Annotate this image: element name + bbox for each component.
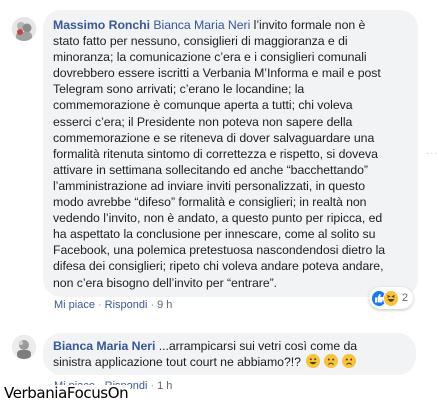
reply-link[interactable]: Rispondi <box>105 299 148 311</box>
frowning-emoji <box>324 354 339 369</box>
avatar-massimo-ronchi[interactable] <box>12 17 36 41</box>
comment-line: attivare in settimana sollecitando ed an… <box>53 162 368 177</box>
comment-bubble: Bianca Maria Neri ...arrampicarsi sui ve… <box>43 333 416 375</box>
comment-line: formalità ritenuta sintomo di correttezz… <box>53 146 378 161</box>
comment-line: vedendo l’invito, non è andato, a questo… <box>53 211 383 226</box>
haha-icon <box>382 289 399 307</box>
timestamp[interactable]: 9 h <box>157 299 172 311</box>
comment-line: commemorazione è comunque aperta a tutti… <box>53 98 353 113</box>
comment-line: stato fatto per nessuno, consiglieri di … <box>53 34 348 49</box>
comment-line: l’invito formale non è <box>250 18 366 32</box>
comment-line: ha aspettato la conclusione per innescar… <box>53 227 376 242</box>
comment-line: modo avrebbe “difeso” formalità e consig… <box>53 195 367 210</box>
comment-line: minoranza; la comunicazione c’era e i co… <box>53 50 367 65</box>
comment-line: sinistra applicazione tout court ne abbi… <box>53 355 305 370</box>
comment-line: Facebook, una polemica pretestuosa nasco… <box>53 243 386 258</box>
profile-photo-icon <box>12 335 36 359</box>
comment-line: commemorazione e se riteneva di dover sa… <box>53 130 375 145</box>
comment-author[interactable]: Massimo Ronchi <box>53 18 150 32</box>
profile-photo-icon <box>12 17 36 41</box>
comment-line: Telegram sono arrivati; c’erano le locan… <box>53 82 305 97</box>
comment-line: non c’era bisogno dell’invito per “entra… <box>53 275 278 290</box>
comment-author[interactable]: Bianca Maria Neri <box>53 339 155 353</box>
mention-tag[interactable]: Bianca Maria Neri <box>153 18 250 32</box>
comment-bubble: Massimo Ronchi Bianca Maria Neri l’invit… <box>43 10 418 297</box>
reaction-count: 2 <box>401 292 408 304</box>
comment-actions: Mi piace · Rispondi · 9 h <box>54 299 173 311</box>
more-options-icon[interactable]: · · · <box>426 148 438 159</box>
watermark: VerbaniaFocusOn <box>2 384 131 402</box>
timestamp[interactable]: 1 h <box>157 380 172 392</box>
comment-line: difesa dei consiglieri; ripeto chi volev… <box>53 259 384 274</box>
comment-line: l’amministrazione ad inviare inviti pers… <box>53 178 366 193</box>
like-link[interactable]: Mi piace <box>54 299 95 311</box>
grinning-emoji <box>306 354 321 369</box>
comment-body: Bianca Maria Neri ...arrampicarsi sui ve… <box>53 338 406 370</box>
comment-line: ...arrampicarsi sui vetri così come da <box>155 339 358 353</box>
reaction-summary[interactable]: 2 <box>369 287 413 309</box>
frowning-emoji <box>342 354 357 369</box>
comment-line: dovrebbero essere iscritti a Verbania M’… <box>53 66 381 81</box>
comment-body: Massimo Ronchi Bianca Maria Neri l’invit… <box>53 17 408 291</box>
avatar-bianca-maria-neri[interactable] <box>12 335 36 359</box>
comment-line: esserci c’era; il Presidente non poteva … <box>53 114 353 129</box>
